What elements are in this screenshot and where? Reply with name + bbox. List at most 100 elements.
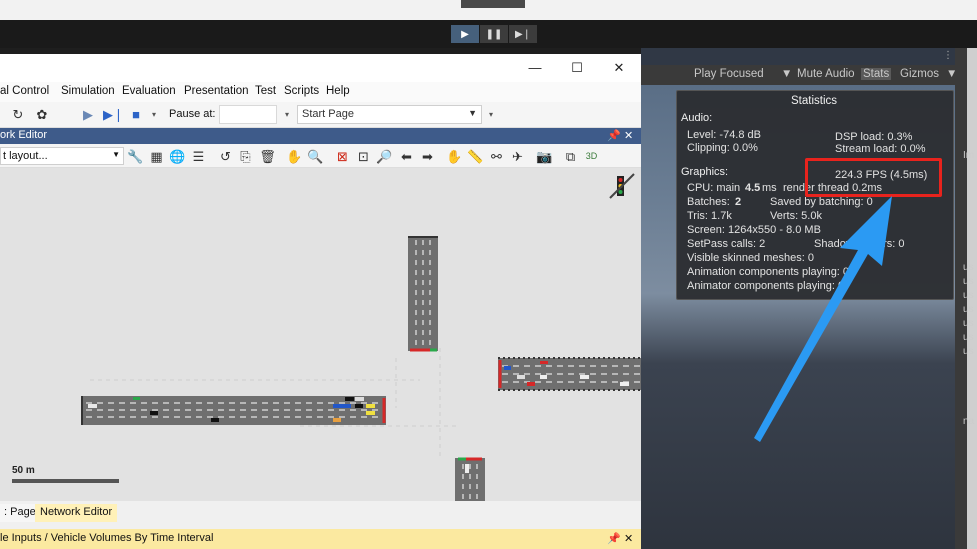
zoom-extents-icon[interactable]: ⊠ (334, 148, 351, 165)
wrench-icon[interactable]: 🔧 (127, 148, 144, 165)
start-page-extra-icon[interactable]: ▾ (483, 107, 499, 123)
measure-icon[interactable]: 📏 (467, 148, 484, 165)
vehicle (333, 418, 341, 422)
menu-evaluation[interactable]: Evaluation (122, 85, 176, 97)
step-button[interactable]: ▶❘ (509, 25, 537, 43)
play-continuous-icon[interactable]: ▶ (80, 107, 96, 123)
vertical-road-south[interactable] (455, 457, 485, 501)
layout-select[interactable]: t layout... ▼ (0, 147, 124, 165)
arrow-shape (754, 196, 892, 442)
graphics-header: Graphics: (681, 166, 729, 178)
vehicle (150, 411, 158, 415)
undo-icon[interactable]: ↺ (217, 148, 234, 165)
menu-bar: al Control Simulation Evaluation Present… (0, 82, 641, 102)
light-green (618, 190, 623, 194)
inspector-label: na (963, 416, 975, 427)
refresh-icon[interactable]: ↻ (10, 107, 26, 123)
stop-dropdown-icon[interactable]: ▾ (146, 107, 162, 123)
vehicle (540, 361, 548, 364)
single-step-icon[interactable]: ▶❘ (103, 107, 124, 123)
inspector-label: us (963, 304, 974, 315)
play-focused-dropdown[interactable]: Play Focused (694, 68, 764, 80)
vehicle (355, 397, 364, 401)
batches-label: Batches: (687, 196, 730, 208)
network-canvas[interactable]: 50 m (0, 168, 641, 501)
stats-button[interactable]: Stats (861, 68, 892, 80)
3d-mode-icon[interactable]: 3D (583, 148, 600, 165)
pan-hand-icon[interactable]: ✋ (446, 148, 463, 165)
inspector-label: us (963, 318, 974, 329)
start-page-select[interactable]: Start Page ▼ (297, 105, 482, 124)
grid-icon[interactable]: ▦ (148, 148, 165, 165)
step-icon: ▶❘ (514, 28, 532, 40)
stop-icon[interactable]: ■ (128, 107, 144, 123)
window-title-bar: — ☐ ✕ (0, 54, 641, 82)
close-icon[interactable]: ✕ (624, 129, 633, 142)
vehicle (366, 404, 375, 408)
zoom-tool-icon[interactable]: 🔍 (307, 148, 324, 165)
mute-audio-button[interactable]: Mute Audio (797, 68, 855, 80)
play-button[interactable]: ▶ (451, 25, 479, 43)
hand-icon[interactable]: ✋ (286, 148, 303, 165)
minimize-button[interactable]: — (521, 58, 549, 78)
previous-view-icon[interactable]: ⬅ (398, 148, 415, 165)
settings-gear-icon[interactable]: ✿ (34, 107, 50, 123)
pause-at-input[interactable] (219, 105, 277, 124)
inspector-label: us (963, 346, 974, 357)
title-grip (461, 0, 525, 8)
3d-view-icon[interactable]: ⧉ (562, 148, 579, 165)
pause-button[interactable]: ❚❚ (480, 25, 508, 43)
vissim-window: — ☐ ✕ al Control Simulation Evaluation P… (0, 54, 641, 549)
vehicle (620, 382, 629, 386)
horizontal-road-west[interactable] (81, 396, 386, 425)
vehicle (504, 366, 511, 370)
cpu-main-label: CPU: main (687, 182, 741, 194)
stream-load: Stream load: 0.0% (835, 143, 926, 155)
audio-level: Level: -74.8 dB (687, 129, 761, 141)
vertical-road-north[interactable] (408, 236, 438, 352)
next-view-icon[interactable]: ➡ (419, 148, 436, 165)
menu-simulation[interactable]: Simulation (61, 85, 115, 97)
vehicle (366, 411, 375, 415)
chevron-down-icon: ▼ (468, 108, 477, 118)
close-window-button[interactable]: ✕ (605, 58, 633, 78)
horizontal-road-east[interactable] (498, 357, 641, 391)
stats-title: Statistics (791, 95, 838, 107)
audio-header: Audio: (681, 112, 713, 124)
menu-scripts[interactable]: Scripts (284, 85, 319, 97)
menu-help[interactable]: Help (326, 85, 350, 97)
simulation-toolbar: ↻ ✿ ▶ ▶❘ ■ ▾ Pause at: ▾ Start Page ▼ ▾ (0, 102, 641, 128)
pin-icon[interactable]: 📌 (607, 532, 621, 545)
vehicle (133, 397, 140, 400)
layout-select-value: t layout... (3, 150, 48, 162)
pause-icon: ❚❚ (485, 28, 503, 40)
rotate-tool-icon[interactable]: ✈ (509, 148, 526, 165)
zoom-window-icon[interactable]: ⊡ (355, 148, 372, 165)
close-icon[interactable]: ✕ (624, 532, 633, 545)
network-editor-header: ork Editor 📌 ✕ (0, 128, 641, 144)
annotation-arrow (754, 196, 892, 442)
menu-test[interactable]: Test (255, 85, 276, 97)
zoom-out-icon[interactable]: 🔎 (376, 148, 393, 165)
maximize-button[interactable]: ☐ (563, 58, 591, 78)
vehicle (527, 382, 535, 386)
pause-dropdown-icon[interactable]: ▾ (279, 107, 295, 123)
unity-play-bar: ▶ ❚❚ ▶❘ (0, 20, 977, 48)
link-tool-icon[interactable]: ⚯ (488, 148, 505, 165)
inspector-label: us (963, 332, 974, 343)
screenshot-icon[interactable]: 📷 (536, 148, 553, 165)
globe-icon[interactable]: 🌐 (169, 148, 186, 165)
delete-icon[interactable]: 🗑 (259, 148, 276, 165)
more-options-icon[interactable]: ⋮ (943, 50, 953, 61)
copy-icon[interactable]: ⎘ (237, 148, 254, 165)
menu-signal-control[interactable]: al Control (0, 85, 49, 97)
menu-presentation[interactable]: Presentation (184, 85, 249, 97)
tab-network-editor[interactable]: Network Editor (35, 504, 118, 522)
vehicle (540, 375, 547, 379)
dsp-load: DSP load: 0.3% (835, 131, 913, 143)
list-icon[interactable]: ☰ (190, 148, 207, 165)
gizmos-button[interactable]: Gizmos (900, 68, 939, 80)
tab-start-page[interactable]: : Page (0, 504, 40, 522)
game-view-toolbar: Play Focused ▼ Mute Audio Stats Gizmos ▼ (641, 65, 977, 85)
pin-icon[interactable]: 📌 (607, 129, 621, 142)
